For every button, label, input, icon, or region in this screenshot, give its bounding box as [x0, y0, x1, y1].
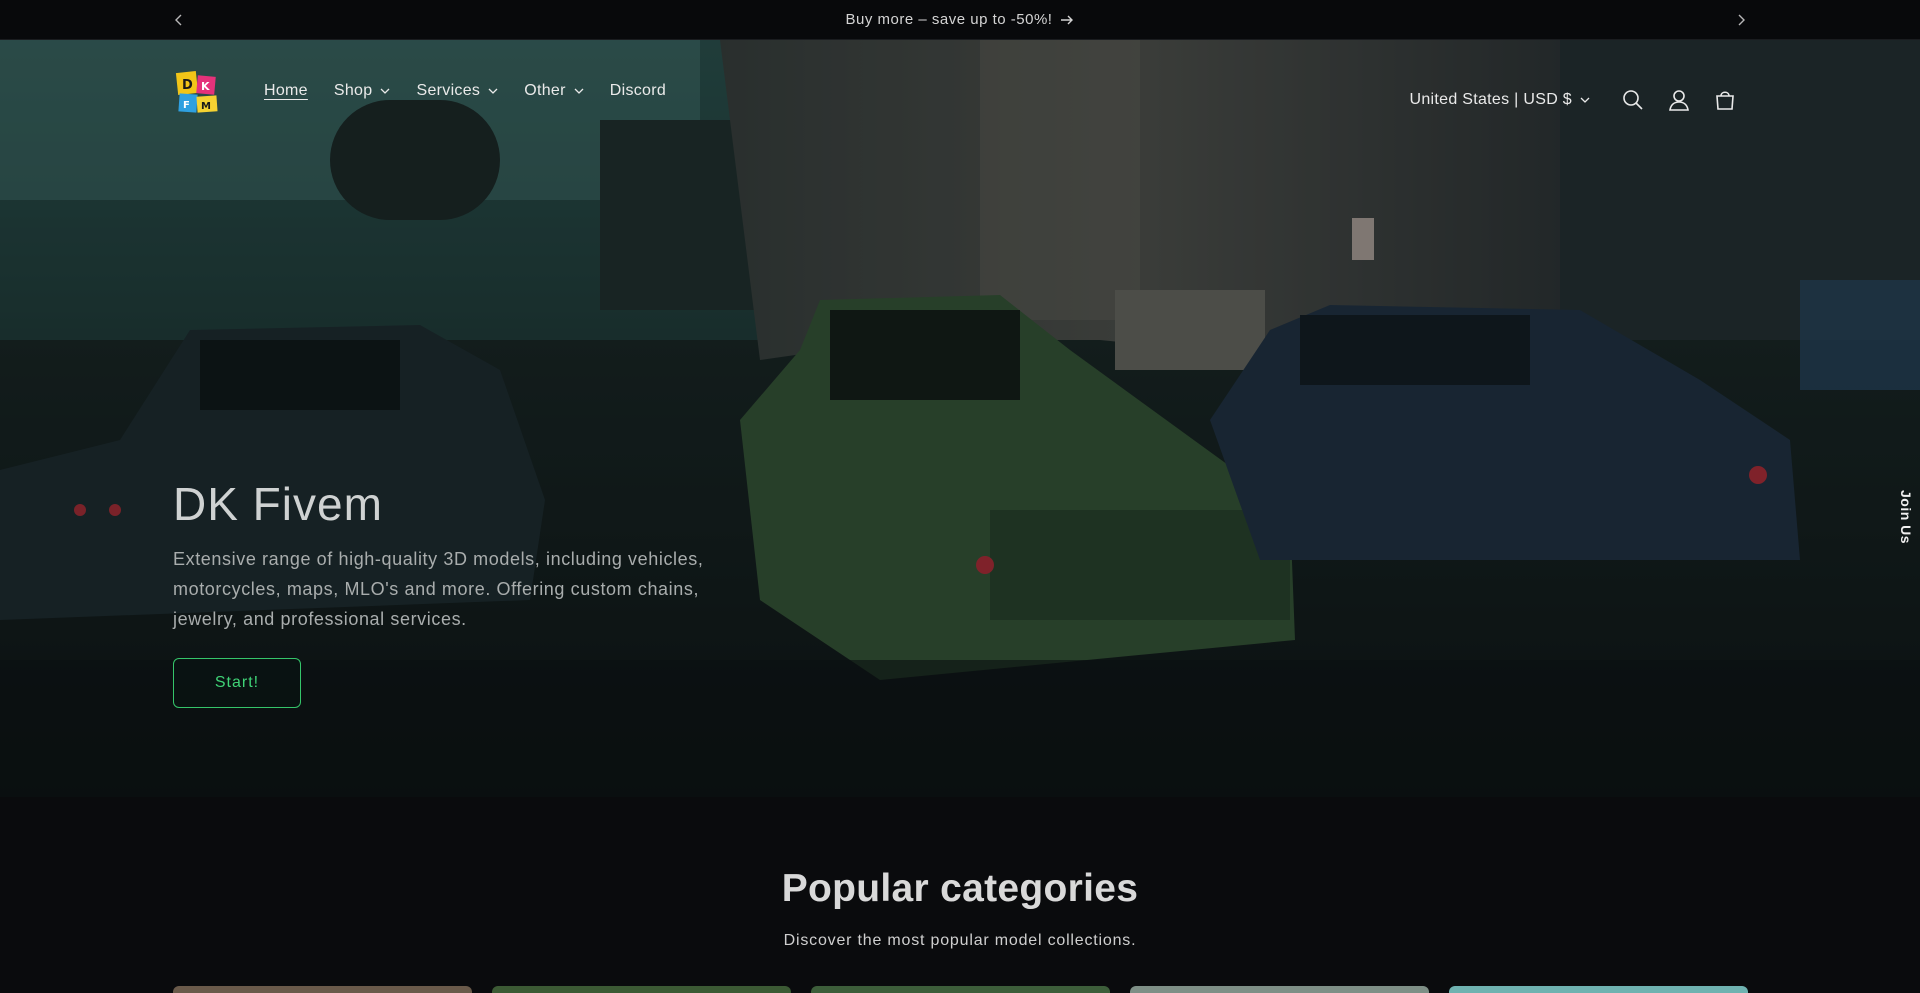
chevron-down-icon [574, 88, 584, 94]
popular-categories-section: Popular categories Discover the most pop… [0, 797, 1920, 993]
svg-text:F: F [183, 100, 190, 111]
chevron-down-icon [381, 88, 390, 94]
chevron-down-icon [1580, 97, 1590, 103]
svg-text:D: D [182, 78, 193, 93]
locale-label: United States | USD $ [1409, 91, 1572, 108]
announcement-link[interactable]: Buy more – save up to -50%! [846, 11, 1075, 28]
nav-item-label: Home [264, 82, 308, 99]
cart-icon [1716, 91, 1734, 110]
locale-selector[interactable]: United States | USD $ [1409, 91, 1590, 109]
nav-item-label: Shop [333, 82, 373, 99]
nav-item-label: Discord [609, 82, 667, 99]
start-button[interactable]: Start! [173, 658, 301, 708]
svg-text:M: M [201, 101, 211, 112]
nav-item-shop[interactable]: Shop [334, 82, 391, 100]
nav-item-other[interactable]: Other [524, 82, 584, 100]
site-logo[interactable]: D K F M [175, 68, 221, 116]
announcement-next-button[interactable] [1729, 8, 1753, 32]
chevron-right-icon [1738, 14, 1745, 26]
join-us-label: Join Us [1898, 489, 1914, 545]
nav-item-services[interactable]: Services [416, 82, 498, 100]
hero-content: DK Fivem Extensive range of high-quality… [173, 474, 733, 708]
search-icon [1623, 90, 1643, 110]
main-nav: Home Shop Services Other Discord [264, 82, 692, 100]
header-utilities: United States | USD $ [1409, 77, 1748, 123]
account-button[interactable] [1656, 77, 1702, 123]
dk-fivem-logo: D K F M [175, 71, 218, 113]
chevron-down-icon [488, 88, 498, 94]
category-card[interactable] [492, 986, 791, 993]
announcement-bar: Buy more – save up to -50%! [0, 0, 1920, 40]
nav-item-label: Services [416, 82, 481, 99]
arrow-right-icon [1061, 15, 1074, 24]
section-title: Popular categories [781, 867, 1139, 910]
category-card[interactable] [173, 986, 472, 993]
join-us-tab[interactable]: Join Us [1892, 486, 1920, 548]
category-card[interactable] [1449, 986, 1748, 993]
svg-text:K: K [201, 80, 210, 93]
cart-button[interactable] [1702, 77, 1748, 123]
search-button[interactable] [1610, 77, 1656, 123]
nav-item-discord[interactable]: Discord [610, 82, 666, 100]
account-icon [1669, 90, 1689, 111]
category-card[interactable] [1130, 986, 1429, 993]
hero-description: Extensive range of high-quality 3D model… [173, 549, 704, 629]
hero-title: DK Fivem [173, 478, 383, 530]
site-header: D K F M Home Shop Services Other Discord… [0, 40, 1920, 146]
announcement-prev-button[interactable] [167, 8, 191, 32]
chevron-left-icon [175, 14, 182, 26]
nav-item-label: Other [524, 82, 566, 99]
announcement-text: Buy more – save up to -50%! [845, 11, 1053, 28]
section-subtitle: Discover the most popular model collecti… [783, 932, 1137, 949]
nav-item-home[interactable]: Home [264, 82, 308, 100]
category-card[interactable] [811, 986, 1110, 993]
